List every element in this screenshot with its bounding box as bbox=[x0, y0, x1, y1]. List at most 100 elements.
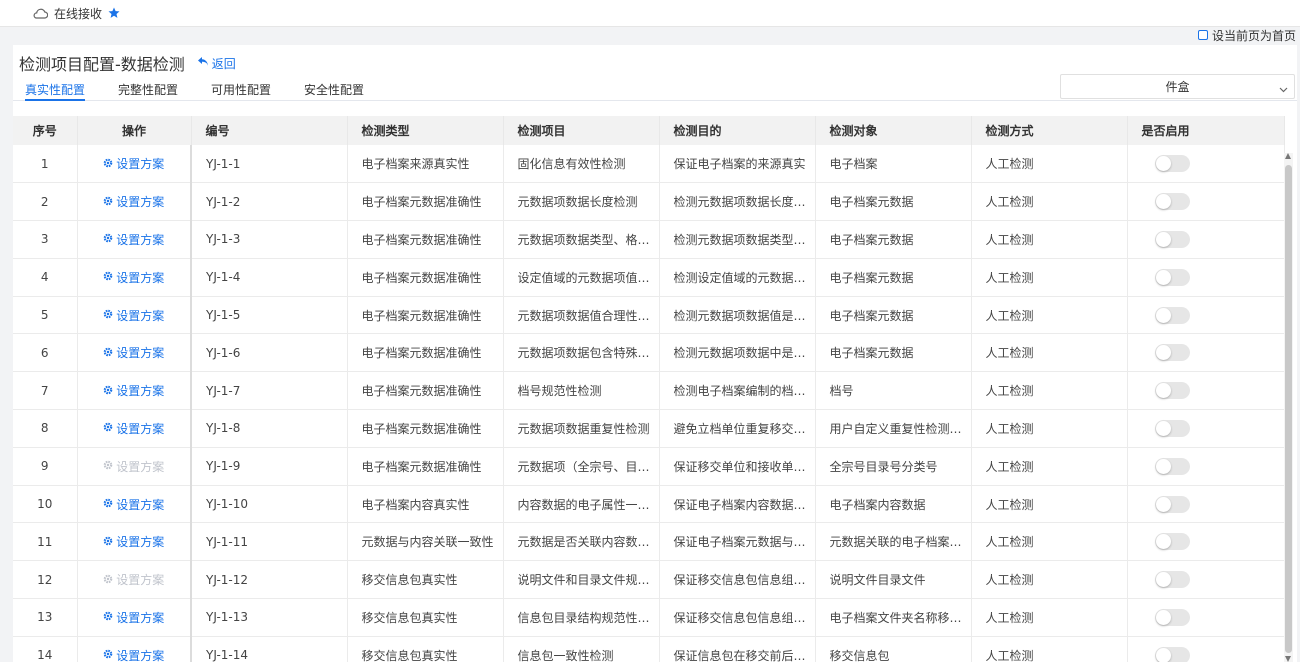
cell-item: 固化信息有效性检测 bbox=[503, 145, 660, 184]
set-plan-button[interactable]: 设置方案 bbox=[103, 231, 164, 248]
enable-toggle[interactable] bbox=[1154, 155, 1190, 173]
cell-code: YJ-1-10 bbox=[191, 485, 348, 524]
set-plan-label: 设置方案 bbox=[116, 270, 165, 285]
cell-type: 电子档案元数据准确性 bbox=[347, 258, 504, 297]
back-button[interactable]: 返回 bbox=[197, 55, 236, 72]
cell-type: 电子档案内容真实性 bbox=[347, 485, 504, 524]
cell-type: 元数据与内容关联一致性 bbox=[347, 522, 504, 562]
main-panel: 检测项目配置-数据检测 返回 真实性配置 完整性配置 可用性配置 安全性配置 件… bbox=[13, 45, 1297, 662]
set-plan-button[interactable]: 设置方案 bbox=[103, 307, 164, 324]
set-plan-button[interactable]: 设置方案 bbox=[103, 193, 164, 210]
cell-purpose: 检测元数据项数据中是否包含特殊字符 bbox=[659, 333, 816, 373]
cell-type: 电子档案元数据准确性 bbox=[347, 409, 504, 448]
enable-toggle[interactable] bbox=[1154, 306, 1190, 324]
gear-icon bbox=[103, 648, 113, 662]
scroll-up-arrow[interactable] bbox=[1285, 153, 1291, 159]
set-homepage-checkbox[interactable]: 设当前页为首页 bbox=[1197, 28, 1296, 43]
cell-enabled bbox=[1127, 522, 1285, 562]
cell-operation: 设置方案 bbox=[77, 145, 192, 184]
enable-toggle[interactable] bbox=[1154, 230, 1190, 248]
table-row: 12 设置方案 YJ-1-12移交信息包真实性说明文件和目录文件规范性检测保证移交信… bbox=[13, 560, 1285, 600]
set-plan-button[interactable]: 设置方案 bbox=[103, 155, 164, 172]
set-plan-button[interactable]: 设置方案 bbox=[103, 269, 164, 286]
cell-enabled bbox=[1127, 182, 1285, 222]
cell-item: 元数据项数据值合理性检测 bbox=[503, 296, 660, 335]
header-object: 检测对象 bbox=[815, 116, 972, 145]
category-select[interactable]: 件盒 bbox=[1060, 74, 1295, 99]
tab-integrity[interactable]: 完整性配置 bbox=[118, 81, 178, 101]
cell-type: 移交信息包真实性 bbox=[347, 598, 504, 637]
tab-online-receive[interactable]: 在线接收 bbox=[32, 5, 120, 22]
star-icon[interactable] bbox=[108, 7, 120, 19]
cell-index: 6 bbox=[13, 333, 78, 373]
cell-object: 档号 bbox=[815, 371, 972, 411]
cell-index: 1 bbox=[13, 145, 78, 184]
checkbox-box[interactable] bbox=[1197, 30, 1208, 40]
cell-object: 电子档案元数据 bbox=[815, 182, 972, 222]
cell-index: 8 bbox=[13, 409, 78, 448]
cell-item: 元数据项数据长度检测 bbox=[503, 182, 660, 222]
enable-toggle[interactable] bbox=[1154, 268, 1190, 286]
cell-purpose: 检测元数据项数据类型是否符合要求 bbox=[659, 220, 816, 259]
cell-enabled bbox=[1127, 485, 1285, 524]
enable-toggle[interactable] bbox=[1154, 344, 1190, 362]
table-header-row: 序号 操作 编号 检测类型 检测项目 检测目的 检测对象 检测方式 是否启用 bbox=[13, 116, 1285, 145]
set-plan-button[interactable]: 设置方案 bbox=[103, 533, 164, 550]
tab-usability[interactable]: 可用性配置 bbox=[211, 81, 271, 101]
set-plan-button[interactable]: 设置方案 bbox=[103, 609, 164, 626]
tab-authenticity[interactable]: 真实性配置 bbox=[25, 81, 86, 101]
enable-toggle[interactable] bbox=[1154, 419, 1190, 437]
set-plan-button[interactable]: 设置方案 bbox=[103, 382, 164, 399]
title-row: 检测项目配置-数据检测 返回 bbox=[19, 51, 236, 75]
cell-object: 电子档案元数据 bbox=[815, 220, 972, 259]
cell-operation: 设置方案 bbox=[77, 182, 192, 222]
cell-type: 移交信息包真实性 bbox=[347, 636, 504, 662]
cell-code: YJ-1-11 bbox=[191, 522, 348, 562]
table-row: 8 设置方案 YJ-1-8 电子档案元数据准确性 元数据项数据重复性检测 避免立档单位重复… bbox=[13, 409, 1285, 448]
set-plan-label: 设置方案 bbox=[116, 232, 165, 247]
scroll-down-arrow[interactable] bbox=[1285, 656, 1291, 662]
cell-purpose: 保证电子档案的来源真实 bbox=[659, 145, 816, 184]
enable-toggle[interactable] bbox=[1154, 495, 1190, 513]
cell-item: 元数据项数据包含特殊字符检测 bbox=[503, 333, 660, 373]
enable-toggle[interactable] bbox=[1154, 608, 1190, 626]
set-plan-button[interactable]: 设置方案 bbox=[103, 571, 164, 588]
enable-toggle[interactable] bbox=[1154, 457, 1190, 475]
cloud-icon bbox=[32, 8, 48, 19]
set-plan-button[interactable]: 设置方案 bbox=[103, 420, 164, 437]
cell-object: 电子档案文件夹名称移交信息包 bbox=[815, 598, 972, 637]
vertical-scrollbar[interactable] bbox=[1284, 153, 1293, 662]
set-plan-button[interactable]: 设置方案 bbox=[103, 647, 164, 662]
cell-method: 人工检测 bbox=[971, 220, 1128, 259]
table-row: 2 设置方案 YJ-1-2 电子档案元数据准确性 元数据项数据长度检测 检测元数据项数据长… bbox=[13, 182, 1285, 222]
cell-item: 元数据项数据重复性检测 bbox=[503, 409, 660, 448]
enable-toggle[interactable] bbox=[1154, 571, 1190, 589]
cell-item: 说明文件和目录文件规范性检测 bbox=[503, 560, 660, 600]
cell-purpose: 避免立档单位重复移交电子档案 bbox=[659, 409, 816, 448]
table-row: 10 设置方案 YJ-1-10电子档案内容真实性内容数据的电子属性一致性检测保证电子… bbox=[13, 485, 1285, 524]
set-plan-label: 设置方案 bbox=[116, 573, 165, 588]
back-label: 返回 bbox=[211, 56, 236, 71]
cell-enabled bbox=[1127, 598, 1285, 637]
cell-code: YJ-1-14 bbox=[191, 636, 348, 662]
table-row: 9 设置方案 YJ-1-9电子档案元数据准确性元数据项（全宗号、目录号）检测保证移交… bbox=[13, 447, 1285, 486]
table-row: 13 设置方案 YJ-1-13 移交信息包真实性 信息包目录结构规范性检测 保证移交信息包… bbox=[13, 598, 1285, 637]
cell-object: 全宗号目录号分类号 bbox=[815, 447, 972, 486]
cell-item: 信息包目录结构规范性检测 bbox=[503, 598, 660, 637]
set-plan-button[interactable]: 设置方案 bbox=[103, 344, 164, 361]
enable-toggle[interactable] bbox=[1154, 533, 1190, 551]
tab-security[interactable]: 安全性配置 bbox=[304, 81, 364, 101]
page-title: 检测项目配置-数据检测 bbox=[19, 55, 185, 74]
cell-index: 10 bbox=[13, 485, 78, 524]
select-value: 件盒 bbox=[1165, 80, 1190, 94]
enable-toggle[interactable] bbox=[1154, 646, 1190, 662]
set-plan-button[interactable]: 设置方案 bbox=[103, 496, 164, 513]
scroll-thumb[interactable] bbox=[1285, 165, 1292, 653]
tab-label: 在线接收 bbox=[54, 6, 103, 21]
set-plan-button[interactable]: 设置方案 bbox=[103, 458, 164, 475]
cell-method: 人工检测 bbox=[971, 598, 1128, 637]
enable-toggle[interactable] bbox=[1154, 382, 1190, 400]
cell-operation: 设置方案 bbox=[77, 560, 192, 600]
enable-toggle[interactable] bbox=[1154, 193, 1190, 211]
cell-purpose: 保证移交信息包信息组织规范 bbox=[659, 598, 816, 637]
